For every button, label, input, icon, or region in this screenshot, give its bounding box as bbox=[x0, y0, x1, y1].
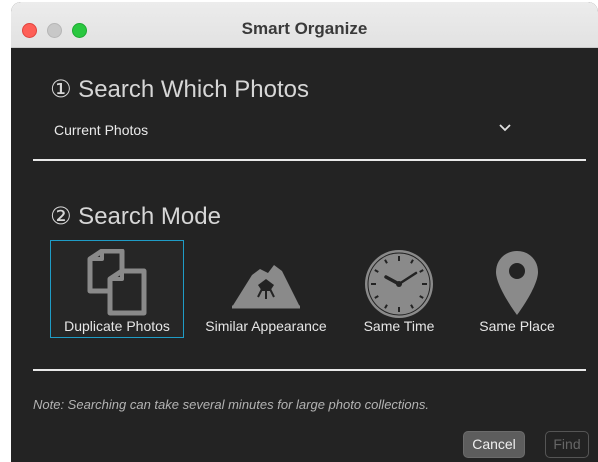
photos-scope-value: Current Photos bbox=[54, 122, 149, 138]
search-which-photos-heading: ① Search Which Photos bbox=[50, 76, 309, 103]
mode-duplicate-photos[interactable]: Duplicate Photos bbox=[50, 240, 184, 338]
window-title: Smart Organize bbox=[241, 19, 368, 38]
section-divider bbox=[33, 369, 586, 371]
mode-label: Same Time bbox=[363, 318, 435, 334]
smart-organize-dialog: Smart Organize ① Search Which Photos Cur… bbox=[11, 2, 598, 462]
map-pin-icon bbox=[478, 249, 556, 317]
mountain-icon bbox=[202, 249, 330, 317]
title-bar: Smart Organize bbox=[11, 2, 598, 48]
chevron-down-icon bbox=[499, 124, 511, 132]
mode-label: Duplicate Photos bbox=[64, 318, 170, 334]
mode-same-place[interactable]: Same Place bbox=[477, 240, 557, 338]
mode-label: Similar Appearance bbox=[205, 318, 327, 334]
mode-label: Same Place bbox=[479, 318, 555, 334]
find-button[interactable]: Find bbox=[545, 431, 589, 458]
mode-similar-appearance[interactable]: Similar Appearance bbox=[201, 240, 331, 338]
note-text: Note: Searching can take several minutes… bbox=[33, 397, 429, 412]
duplicate-photos-icon bbox=[51, 249, 183, 317]
search-mode-heading: ② Search Mode bbox=[50, 203, 221, 230]
mode-same-time[interactable]: Same Time bbox=[357, 240, 441, 338]
clock-icon bbox=[358, 249, 440, 318]
section-divider bbox=[33, 159, 586, 161]
cancel-button[interactable]: Cancel bbox=[463, 431, 525, 458]
